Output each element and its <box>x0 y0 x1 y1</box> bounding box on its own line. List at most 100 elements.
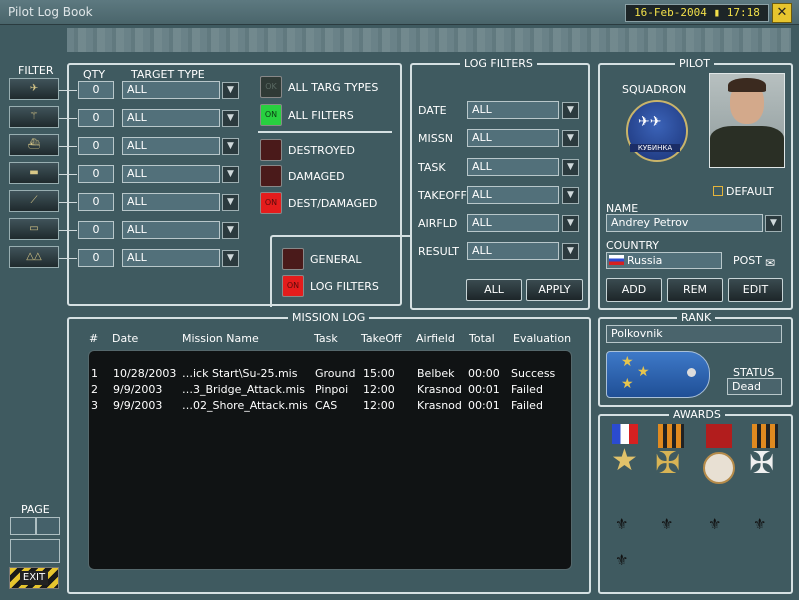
log-filters-toggle[interactable]: ON <box>282 275 304 297</box>
col-header[interactable]: TakeOff <box>361 332 402 345</box>
aircraft-icon: ✈ <box>29 83 39 94</box>
round-medal-icon[interactable] <box>703 452 735 484</box>
qty-field[interactable]: 0 <box>78 109 114 127</box>
target-type-select[interactable]: ALL <box>122 221 220 239</box>
connector <box>59 146 77 147</box>
white-cross-medal-icon[interactable]: ✠ <box>749 446 774 481</box>
country-label: COUNTRY <box>606 239 659 252</box>
destroyed-toggle[interactable] <box>260 139 282 161</box>
apply-button[interactable]: APPLY <box>526 279 583 301</box>
col-header[interactable]: Task <box>314 332 338 345</box>
col-header[interactable]: Evaluation <box>513 332 571 345</box>
all-targ-types-toggle[interactable]: OK <box>260 76 282 98</box>
chevron-down-icon[interactable]: ▼ <box>222 194 239 211</box>
chevron-down-icon[interactable]: ▼ <box>222 82 239 99</box>
col-header[interactable]: Date <box>112 332 138 345</box>
qty-field[interactable]: 0 <box>78 165 114 183</box>
filter-aircraft-button[interactable]: ✈ <box>9 78 59 100</box>
general-label: GENERAL <box>310 253 362 266</box>
qty-field[interactable]: 0 <box>78 81 114 99</box>
chevron-down-icon[interactable]: ▼ <box>222 166 239 183</box>
cross-medal-icon[interactable]: ✠ <box>655 446 680 481</box>
chevron-down-icon[interactable]: ▼ <box>562 243 579 260</box>
target-type-select[interactable]: ALL <box>122 137 220 155</box>
filter-ship-button[interactable]: ⛴ <box>9 134 59 156</box>
close-button[interactable]: ✕ <box>772 3 792 23</box>
qty-field[interactable]: 0 <box>78 221 114 239</box>
chevron-down-icon[interactable]: ▼ <box>562 187 579 204</box>
cell-mission: …3_Bridge_Attack.mis <box>182 383 305 396</box>
chevron-down-icon[interactable]: ▼ <box>562 159 579 176</box>
qty-field[interactable]: 0 <box>78 249 114 267</box>
cell-evaluation: Success <box>511 367 556 380</box>
rank-field: Polkovnik <box>606 325 782 343</box>
target-type-select[interactable]: ALL <box>122 109 220 127</box>
filter-tank-button[interactable]: ▬ <box>9 162 59 184</box>
filter-artillery-button[interactable]: ⟋ <box>9 190 59 212</box>
col-header[interactable]: Airfield <box>416 332 455 345</box>
damaged-toggle[interactable] <box>260 165 282 187</box>
mission-log-list[interactable]: 1 10/28/2003 …ick Start\Su-25.mis Ground… <box>88 350 572 570</box>
dest-damaged-toggle[interactable]: ON <box>260 192 282 214</box>
chevron-down-icon[interactable]: ▼ <box>222 222 239 239</box>
all-filters-toggle[interactable]: ON <box>260 104 282 126</box>
target-type-select[interactable]: ALL <box>122 165 220 183</box>
chevron-down-icon[interactable]: ▼ <box>562 215 579 232</box>
connector <box>59 258 77 259</box>
exit-button[interactable]: EXIT <box>9 567 59 589</box>
filter-title: FILTER <box>18 64 54 77</box>
chevron-down-icon[interactable]: ▼ <box>562 130 579 147</box>
cell-task: Ground <box>315 367 356 380</box>
result-filter-select[interactable]: ALL <box>467 242 559 260</box>
artillery-icon: ⟋ <box>30 195 38 206</box>
star-medal-icon[interactable]: ★ <box>611 443 638 478</box>
table-row[interactable]: 3 9/9/2003 …02_Shore_Attack.mis CAS 12:0… <box>89 399 571 415</box>
default-checkbox[interactable] <box>713 186 723 196</box>
task-filter-select[interactable]: ALL <box>467 158 559 176</box>
dest-damaged-label: DEST/DAMAGED <box>288 197 378 210</box>
damaged-label: DAMAGED <box>288 170 345 183</box>
col-header[interactable]: Mission Name <box>182 332 259 345</box>
takeoff-filter-select[interactable]: ALL <box>467 186 559 204</box>
connector <box>59 202 77 203</box>
pilot-name-select[interactable]: Andrey Petrov <box>606 214 763 232</box>
connector <box>59 230 77 231</box>
filter-vehicle-button[interactable]: ▭ <box>9 218 59 240</box>
cell-date: 9/9/2003 <box>113 399 163 412</box>
page-next-button[interactable] <box>36 517 60 535</box>
qty-field[interactable]: 0 <box>78 137 114 155</box>
chevron-down-icon[interactable]: ▼ <box>222 250 239 267</box>
filter-helicopter-button[interactable]: ⚚ <box>9 106 59 128</box>
star-icon: ✈✈ <box>638 114 662 130</box>
qty-field[interactable]: 0 <box>78 193 114 211</box>
mission-filter-select[interactable]: ALL <box>467 129 559 147</box>
general-toggle[interactable] <box>282 248 304 270</box>
exit-button-label: EXIT <box>20 571 48 585</box>
table-row[interactable]: 1 10/28/2003 …ick Start\Su-25.mis Ground… <box>89 367 571 383</box>
airfield-filter-select[interactable]: ALL <box>467 214 559 232</box>
chevron-down-icon[interactable]: ▼ <box>222 110 239 127</box>
all-button[interactable]: ALL <box>466 279 522 301</box>
col-header[interactable]: Total <box>469 332 495 345</box>
table-row[interactable]: 2 9/9/2003 …3_Bridge_Attack.mis Pinpoi 1… <box>89 383 571 399</box>
target-type-select[interactable]: ALL <box>122 193 220 211</box>
awards-title: AWARDS <box>669 408 725 421</box>
add-pilot-button[interactable]: ADD <box>606 278 662 302</box>
medal-ribbon <box>706 424 732 448</box>
connector <box>59 118 77 119</box>
target-type-select[interactable]: ALL <box>122 81 220 99</box>
log-filter-label: DATE <box>418 104 447 117</box>
envelope-icon[interactable]: ✉ <box>765 256 775 270</box>
chevron-down-icon[interactable]: ▼ <box>765 215 782 232</box>
edit-pilot-button[interactable]: EDIT <box>728 278 783 302</box>
date-filter-select[interactable]: ALL <box>467 101 559 119</box>
chevron-down-icon[interactable]: ▼ <box>562 102 579 119</box>
remove-pilot-button[interactable]: REM <box>667 278 723 302</box>
target-type-select[interactable]: ALL <box>122 249 220 267</box>
chevron-down-icon[interactable]: ▼ <box>222 138 239 155</box>
pilot-portrait <box>709 73 785 168</box>
col-header[interactable]: # <box>89 332 98 345</box>
log-filters-title: LOG FILTERS <box>460 57 537 70</box>
page-prev-button[interactable] <box>10 517 36 535</box>
filter-structure-button[interactable]: △△ <box>9 246 59 268</box>
